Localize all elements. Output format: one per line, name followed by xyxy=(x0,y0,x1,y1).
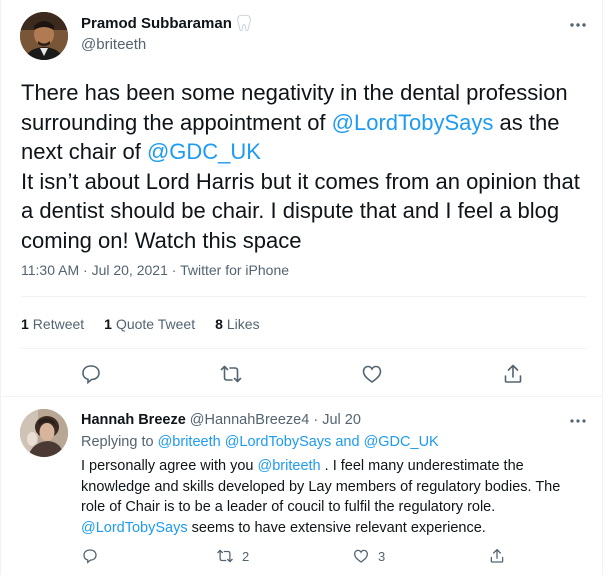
quotes-label: Quote Tweet xyxy=(115,316,196,332)
retweet-icon[interactable] xyxy=(219,362,243,386)
reply-text: I personally agree with you @briteeth . … xyxy=(81,456,586,538)
mention-link[interactable]: @LordTobySays xyxy=(81,520,188,536)
author-handle[interactable]: @briteeth xyxy=(81,36,146,53)
divider xyxy=(1,396,603,397)
retweets-count: 1 xyxy=(21,316,29,332)
reply-retweet-button[interactable]: 2 xyxy=(216,546,249,566)
tweet-actions xyxy=(1,362,603,386)
meta-separator: · xyxy=(313,412,319,428)
replying-handle[interactable]: @LordTobySays xyxy=(225,434,332,450)
quotes-count: 1 xyxy=(104,316,112,332)
divider xyxy=(21,348,586,349)
quote-tweets-stat[interactable]: 1 Quote Tweet xyxy=(104,316,195,332)
mention-link[interactable]: @GDC_UK xyxy=(147,139,261,164)
tweet-date[interactable]: Jul 20, 2021 xyxy=(92,262,168,278)
divider xyxy=(21,296,586,297)
mention-link[interactable]: @LordTobySays xyxy=(332,110,494,135)
tweet-source[interactable]: Twitter for iPhone xyxy=(180,262,289,278)
tooth-icon xyxy=(234,13,254,33)
likes-label: Likes xyxy=(226,316,260,332)
retweets-label: Retweet xyxy=(32,316,85,332)
reply-icon xyxy=(83,549,97,564)
replying-to: Replying to @briteeth @LordTobySays and … xyxy=(81,434,439,450)
tweet-time[interactable]: 11:30 AM xyxy=(21,262,79,278)
reply-author-handle[interactable]: @HannahBreeze4 xyxy=(190,412,310,428)
reply-icon[interactable] xyxy=(79,362,103,386)
likes-count: 8 xyxy=(215,316,223,332)
share-icon[interactable] xyxy=(501,362,525,386)
reply-like-button[interactable]: 3 xyxy=(352,546,385,566)
reply-author-name[interactable]: Hannah Breeze xyxy=(81,412,186,428)
reply-text-part: I personally agree with you xyxy=(81,458,258,474)
reply-reply-button[interactable] xyxy=(81,546,99,566)
retweet-icon xyxy=(217,549,233,563)
tweet-detail-panel: Pramod Subbaraman @briteeth There has be… xyxy=(0,0,603,575)
reply-header: Hannah Breeze @HannahBreeze4 · Jul 20 xyxy=(81,412,361,428)
reply-share-button[interactable] xyxy=(488,546,506,566)
replying-handle[interactable]: @briteeth xyxy=(158,434,221,450)
reply-date[interactable]: Jul 20 xyxy=(322,412,361,428)
reply-actions: 2 3 xyxy=(1,546,603,568)
share-icon xyxy=(490,548,504,563)
tweet-text: There has been some negativity in the de… xyxy=(21,78,591,255)
reply-like-count: 3 xyxy=(378,548,386,564)
meta-separator: · xyxy=(83,262,88,278)
meta-separator: · xyxy=(171,262,177,278)
more-icon[interactable] xyxy=(567,410,589,432)
author-name[interactable]: Pramod Subbaraman xyxy=(81,15,232,32)
like-icon[interactable] xyxy=(360,362,384,386)
replying-label: Replying to xyxy=(81,434,158,450)
author-avatar[interactable] xyxy=(20,12,68,60)
retweets-stat[interactable]: 1 Retweet xyxy=(21,316,84,332)
tweet-stats: 1 Retweet 1 Quote Tweet 8 Likes xyxy=(21,316,260,332)
tweet-meta: 11:30 AM · Jul 20, 2021 · Twitter for iP… xyxy=(21,262,289,278)
like-icon xyxy=(353,549,369,563)
reply-author-avatar[interactable] xyxy=(20,409,68,457)
reply-text-part: seems to have extensive relevant experie… xyxy=(187,519,486,536)
reply-retweet-count: 2 xyxy=(242,548,250,564)
replying-and[interactable]: and xyxy=(331,434,363,450)
tweet-text-part: It isn’t about Lord Harris but it comes … xyxy=(21,168,580,253)
more-icon[interactable] xyxy=(567,14,589,36)
likes-stat[interactable]: 8 Likes xyxy=(215,316,259,332)
replying-handle[interactable]: @GDC_UK xyxy=(364,434,439,450)
mention-link[interactable]: @briteeth xyxy=(258,458,321,474)
